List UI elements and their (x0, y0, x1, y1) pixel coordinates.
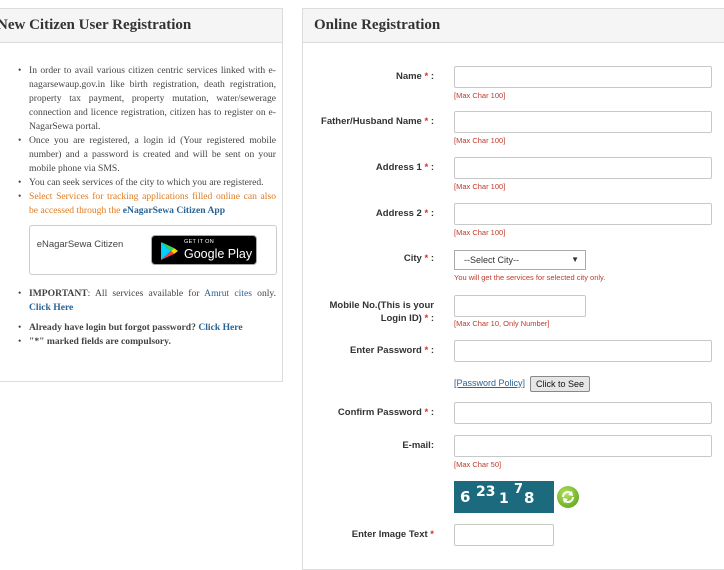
address2-hint: [Max Char 100] (454, 228, 506, 237)
address1-hint: [Max Char 100] (454, 182, 506, 191)
important-click-here[interactable]: Click Here (29, 302, 73, 313)
address1-label: Address 1 * : (375, 162, 434, 173)
amrut-link[interactable]: Amrut cites (204, 288, 252, 299)
panel-title: New Citizen User Registration (0, 9, 282, 43)
name-label: Name * : (395, 71, 434, 82)
info-bullet: In order to avail various citizen centri… (18, 64, 276, 134)
captcha-char: 23 (476, 484, 496, 500)
address2-input[interactable] (454, 203, 712, 225)
forgot-text: Already have login but forgot password? (29, 322, 199, 333)
father-name-hint: [Max Char 100] (454, 136, 506, 145)
confirm-password-input[interactable] (454, 402, 712, 424)
citizen-app-link[interactable]: eNagarSewa Citizen App (123, 205, 225, 216)
app-download-box: eNagarSewa Citizen GET IT ON Google Play (29, 225, 277, 275)
app-name: eNagarSewa Citizen (36, 239, 124, 250)
address1-input[interactable] (454, 157, 712, 179)
panel-title: Online Registration (303, 9, 724, 43)
forgot-password-link[interactable]: Click Here (198, 322, 242, 333)
info-bullet: You can seek services of the city to whi… (18, 176, 276, 190)
info-list: In order to avail various citizen centri… (18, 64, 276, 218)
gplay-small-text: GET IT ON (184, 239, 215, 245)
important-note: IMPORTANT: All services available for Am… (18, 287, 276, 315)
captcha-char: 1 (499, 491, 509, 507)
captcha-image: 6 23 1 7 8 (454, 481, 554, 513)
important-label: IMPORTANT (29, 288, 88, 299)
password-label: Enter Password * : (350, 345, 434, 356)
password-policy-link[interactable]: [Password Policy] (454, 378, 525, 388)
email-label: E-mail: (402, 440, 434, 451)
mobile-input[interactable] (454, 295, 586, 317)
captcha-char: 8 (524, 489, 535, 507)
password-input[interactable] (454, 340, 712, 362)
dropdown-arrow-icon: ▼ (571, 255, 579, 264)
captcha-char: 6 (460, 488, 471, 506)
compulsory-text: "*" marked fields are compulsory. (29, 336, 171, 347)
play-store-icon (161, 242, 178, 260)
compulsory-note: "*" marked fields are compulsory. (18, 335, 276, 349)
refresh-captcha-icon[interactable] (557, 486, 579, 508)
important-text: : All services available for (87, 288, 205, 299)
address2-label: Address 2 * : (375, 208, 434, 219)
info-bullet: Once you are registered, a login id (You… (18, 134, 276, 176)
info-bullet-app: Select Services for tracking application… (18, 190, 276, 218)
notes-list: IMPORTANT: All services available for Am… (18, 287, 276, 355)
image-text-label: Enter Image Text * (351, 529, 434, 540)
name-hint: [Max Char 100] (454, 91, 506, 100)
city-hint: You will get the services for selected c… (454, 273, 606, 282)
email-hint: [Max Char 50] (454, 460, 502, 469)
gplay-big-text: Google Play (184, 247, 253, 261)
father-name-label: Father/Husband Name * : (321, 116, 434, 127)
email-input[interactable] (454, 435, 712, 457)
refresh-arrows-icon (562, 491, 574, 503)
city-label: City * : (403, 253, 434, 264)
google-play-badge[interactable]: GET IT ON Google Play (151, 235, 257, 265)
mobile-label: Mobile No.(This is your Login ID) * : (329, 300, 434, 324)
name-input[interactable] (454, 66, 712, 88)
mobile-hint: [Max Char 10, Only Number] (454, 319, 550, 328)
father-name-input[interactable] (454, 111, 712, 133)
city-select[interactable]: --Select City-- ▼ (454, 250, 586, 270)
click-to-see-button[interactable]: Click to See (530, 376, 591, 392)
forgot-note: Already have login but forgot password? … (18, 321, 276, 335)
city-selected: --Select City-- (464, 255, 520, 265)
captcha-char: 7 (514, 482, 524, 497)
important-tail: only. (251, 288, 276, 299)
confirm-password-label: Confirm Password * : (337, 407, 434, 418)
